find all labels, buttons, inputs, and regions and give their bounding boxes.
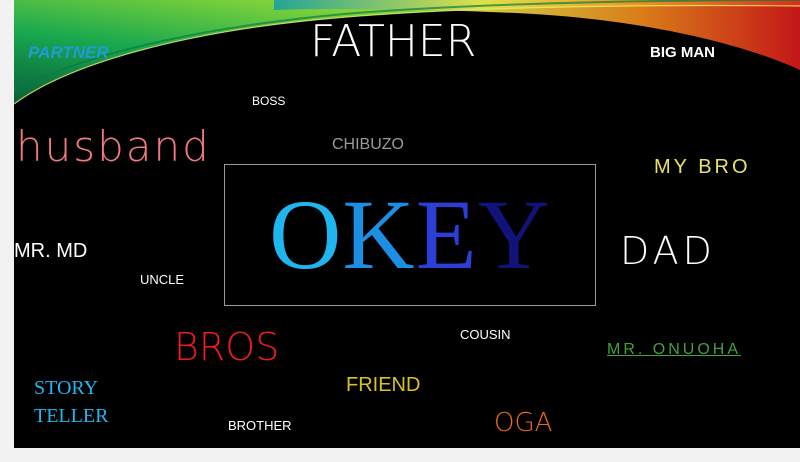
word-story: STORY [34, 377, 99, 399]
word-big-man: BIG MAN [650, 44, 715, 61]
title-okey: OKEY [225, 185, 595, 285]
title-letter-e: E [415, 179, 478, 290]
word-mr-md: MR. MD [14, 240, 88, 262]
word-teller: TELLER [34, 405, 109, 427]
word-husband: husband [16, 122, 211, 171]
word-brother: BROTHER [228, 418, 292, 433]
word-mr-onuoha: MR. ONUOHA [607, 341, 741, 358]
title-letter-y: Y [477, 179, 551, 290]
word-father: FATHER [310, 16, 477, 67]
title-letter-k: K [342, 179, 416, 290]
word-friend: FRIEND [346, 374, 421, 396]
title-letter-o: O [269, 179, 343, 290]
slide: PARTNER FATHER BIG MAN BOSS husband CHIB… [14, 0, 800, 448]
word-chibuzo: CHIBUZO [332, 136, 404, 153]
word-dad: DAD [620, 229, 716, 273]
word-bros: BROS [174, 325, 280, 369]
word-partner: PARTNER [28, 43, 109, 62]
word-oga: OGA [494, 408, 553, 438]
title-box: OKEY [224, 164, 596, 306]
word-uncle: UNCLE [140, 272, 185, 287]
word-cousin: COUSIN [460, 327, 511, 342]
word-boss: BOSS [252, 94, 286, 108]
word-my-bro: MY BRO [654, 156, 751, 178]
